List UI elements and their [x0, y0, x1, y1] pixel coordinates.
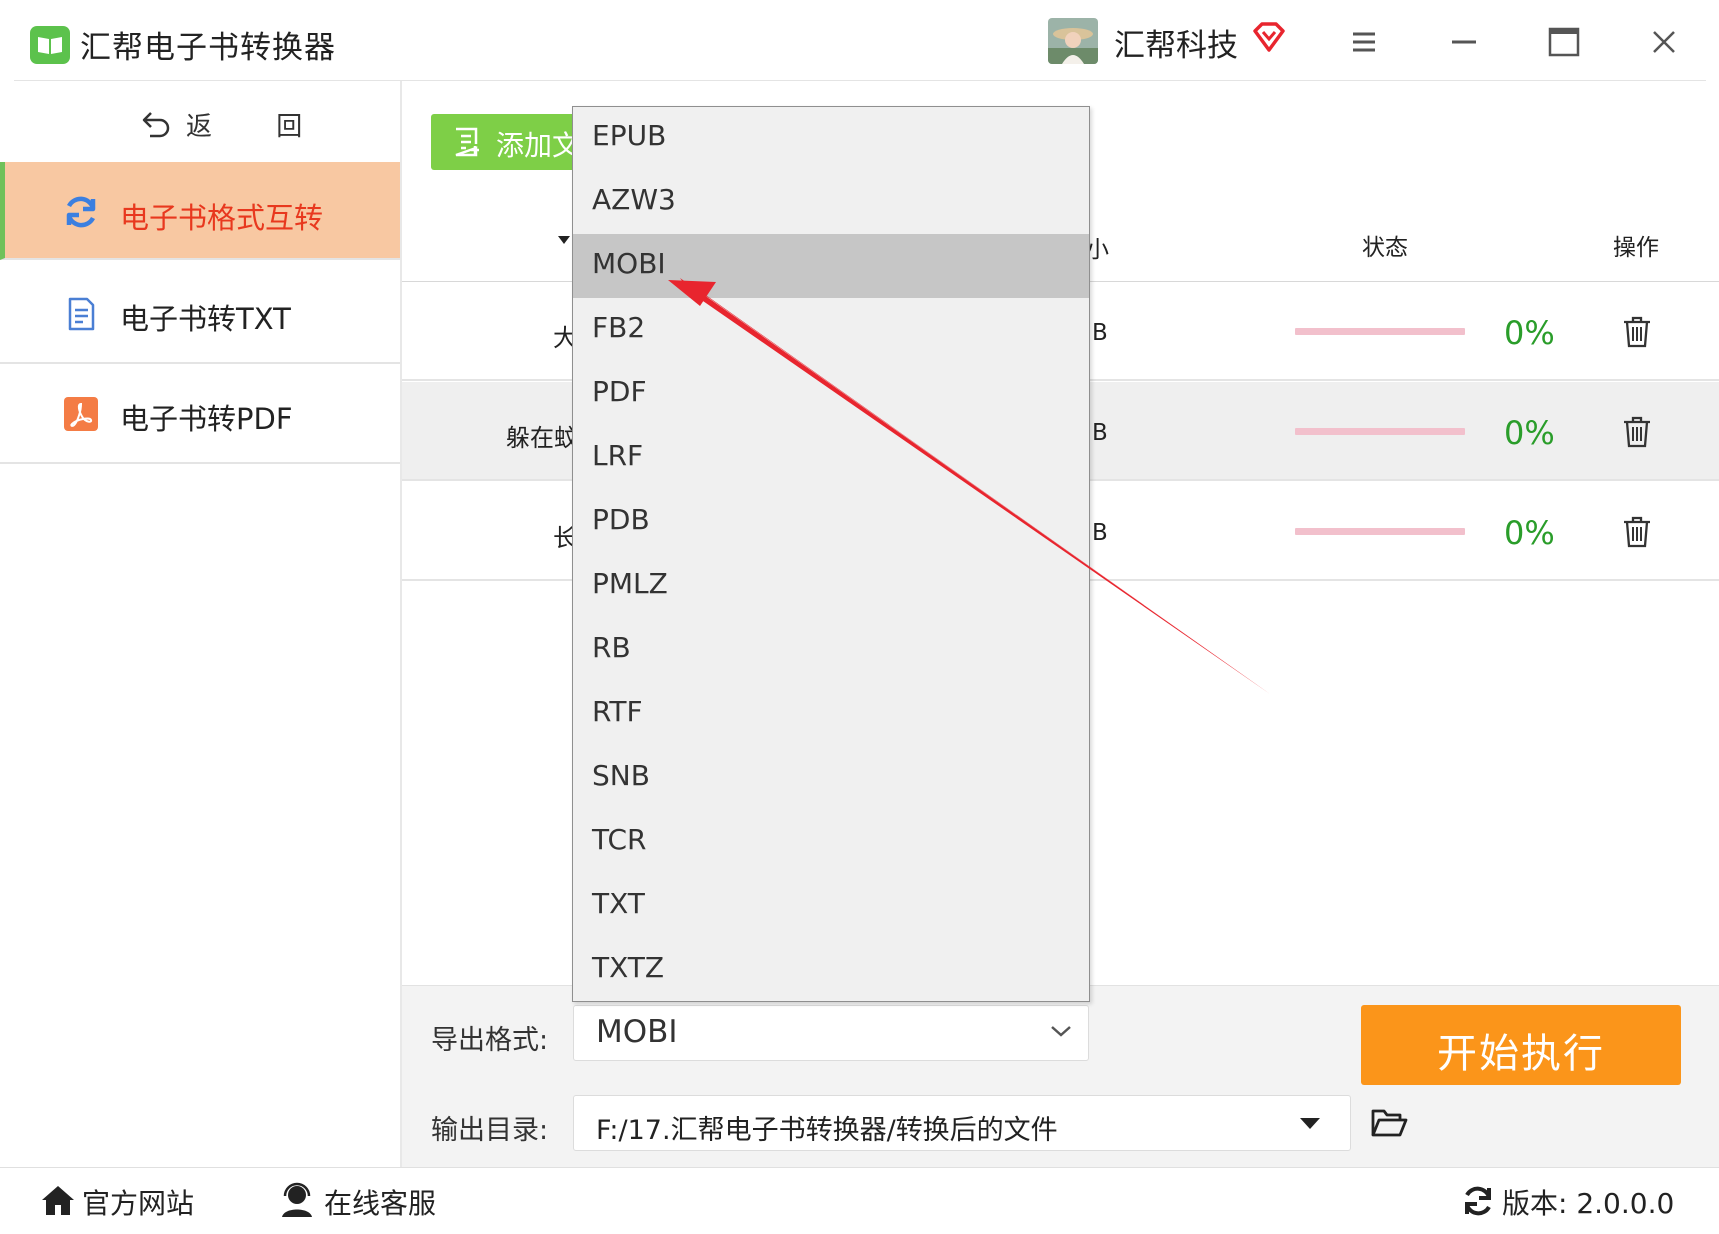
start-button-label: 开始执行: [1437, 1031, 1605, 1077]
progress-bar: [1295, 428, 1465, 435]
back-label: 返 回: [186, 112, 331, 142]
folder-open-icon[interactable]: [1370, 1107, 1408, 1139]
output-dir-value: F:/17.汇帮电子书转换器/转换后的文件: [596, 1115, 1058, 1146]
trash-icon[interactable]: [1622, 415, 1652, 449]
progress-percent: 0%: [1504, 514, 1555, 552]
progress-percent: 0%: [1504, 314, 1555, 352]
online-support-link[interactable]: 在线客服: [324, 1182, 436, 1222]
format-option-label: TXTZ: [592, 951, 665, 984]
format-option-label: TCR: [592, 823, 647, 856]
close-icon[interactable]: [1644, 22, 1684, 62]
file-size: B: [1092, 320, 1108, 346]
sidebar-item-label: 电子书转TXT: [120, 302, 291, 336]
vip-diamond-icon[interactable]: [1252, 20, 1286, 54]
app-title: 汇帮电子书转换器: [80, 30, 336, 66]
format-option-txt[interactable]: [573, 874, 1089, 938]
file-size: B: [1092, 520, 1108, 546]
minimize-icon[interactable]: [1444, 22, 1484, 62]
progress-bar: [1295, 328, 1465, 335]
home-icon[interactable]: [40, 1182, 76, 1218]
sidebar-item-label: 电子书格式互转: [120, 201, 324, 235]
export-format-value: MOBI: [596, 1014, 678, 1050]
pdf-icon: [63, 396, 99, 432]
back-arrow-icon: [140, 107, 172, 139]
format-option-pdb[interactable]: [573, 490, 1089, 554]
sort-arrow-icon[interactable]: [558, 236, 570, 244]
format-option-label: EPUB: [592, 119, 667, 152]
refresh-icon[interactable]: [1462, 1184, 1494, 1218]
add-file-icon: [452, 126, 482, 158]
progress-bar: [1295, 528, 1465, 535]
format-option-label: FB2: [592, 311, 646, 344]
user-avatar[interactable]: [1048, 18, 1098, 64]
format-option-label: SNB: [592, 759, 650, 792]
format-option-label: AZW3: [592, 183, 676, 216]
file-name: 躲在蚊: [506, 424, 572, 452]
format-option-label: MOBI: [592, 247, 666, 280]
customer-service-icon[interactable]: [280, 1182, 314, 1218]
format-option-label: LRF: [592, 439, 644, 472]
add-file-label: 添加文: [496, 129, 581, 162]
format-option-fb2[interactable]: [573, 298, 1089, 362]
brand-name: 汇帮科技: [1114, 28, 1238, 64]
format-option-snb[interactable]: [573, 746, 1089, 810]
output-dir-label: 输出目录:: [431, 1115, 549, 1146]
menu-icon[interactable]: [1344, 22, 1384, 62]
caret-down-icon[interactable]: [1300, 1118, 1320, 1129]
trash-icon[interactable]: [1622, 315, 1652, 349]
sidebar-item-label: 电子书转PDF: [120, 402, 293, 436]
document-icon: [63, 296, 99, 332]
format-option-rtf[interactable]: [573, 682, 1089, 746]
column-header-status: 状态: [1362, 235, 1408, 261]
refresh-icon: [63, 194, 99, 230]
file-size: B: [1092, 420, 1108, 446]
format-option-pdf[interactable]: [573, 362, 1089, 426]
maximize-icon[interactable]: [1544, 22, 1584, 62]
official-site-link[interactable]: 官方网站: [82, 1182, 194, 1222]
chevron-down-icon[interactable]: [1048, 1022, 1074, 1040]
format-option-label: TXT: [592, 887, 645, 920]
format-option-tcr[interactable]: [573, 810, 1089, 874]
format-option-lrf[interactable]: [573, 426, 1089, 490]
version-label: 版本: 2.0.0.0: [1502, 1187, 1675, 1220]
format-option-label: PDB: [592, 503, 650, 536]
trash-icon[interactable]: [1622, 515, 1652, 549]
progress-percent: 0%: [1504, 414, 1555, 452]
format-option-rb[interactable]: [573, 618, 1089, 682]
app-logo-icon: [30, 26, 70, 64]
export-format-label: 导出格式:: [431, 1025, 549, 1056]
format-option-label: PDF: [592, 375, 647, 408]
format-option-label: RB: [592, 631, 631, 664]
format-option-label: RTF: [592, 695, 643, 728]
column-header-action: 操作: [1613, 235, 1659, 261]
format-option-label: PMLZ: [592, 567, 668, 600]
